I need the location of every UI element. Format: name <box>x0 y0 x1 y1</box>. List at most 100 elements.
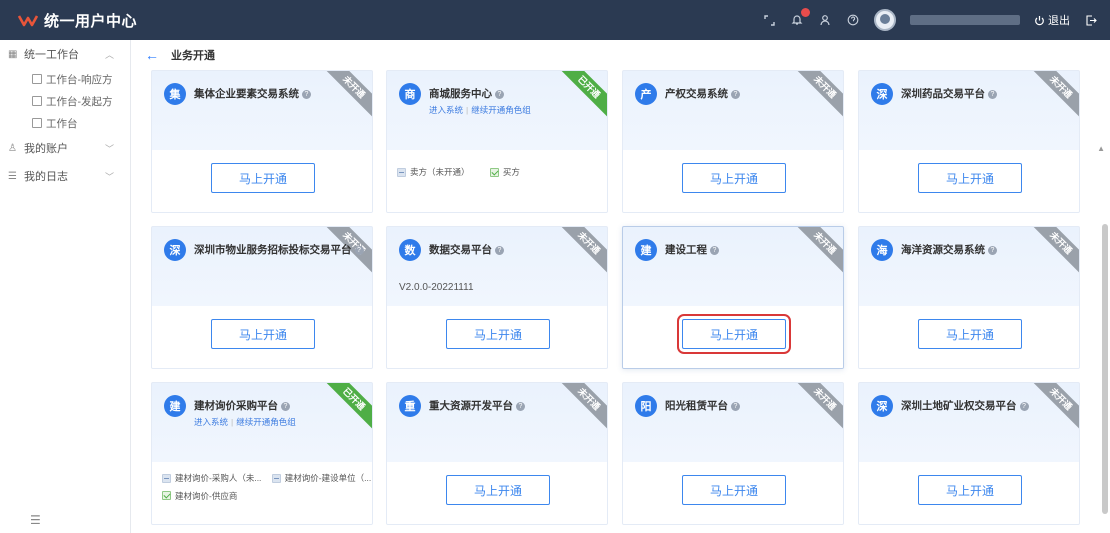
power-icon <box>1035 15 1044 25</box>
open-now-button[interactable]: 马上开通 <box>446 319 550 349</box>
service-card-selected: 未开通 建 建设工程? 马上开通 <box>622 226 844 369</box>
sidebar-item-initiator[interactable]: 工作台-发起方 <box>0 90 130 112</box>
status-ribbon: 已开通 <box>557 71 607 119</box>
service-card: 未开通 数 数据交易平台? V2.0.0-20221111 马上开通 <box>386 226 608 369</box>
role-label: 建材询价-供应商 <box>175 490 238 501</box>
open-now-button[interactable]: 马上开通 <box>918 163 1022 193</box>
open-now-button[interactable]: 马上开通 <box>446 475 550 505</box>
role-item[interactable]: 建材询价-建设单位（... <box>271 472 371 484</box>
role-label: 建材询价-采购人（未... <box>175 473 262 483</box>
open-now-button[interactable]: 马上开通 <box>918 319 1022 349</box>
continue-role-link[interactable]: 继续开通角色组 <box>471 105 531 115</box>
help-icon[interactable]: ? <box>281 402 290 411</box>
app-logo: 统一用户中心 <box>18 10 137 31</box>
help-icon[interactable]: ? <box>1019 402 1029 411</box>
help-icon[interactable]: ? <box>495 246 504 255</box>
card-title: 深圳药品交易平台 <box>901 88 985 100</box>
doc-icon <box>32 118 42 128</box>
open-now-button[interactable]: 马上开通 <box>211 319 315 349</box>
help-icon[interactable]: ? <box>516 402 525 411</box>
role-pending-icon <box>397 167 406 177</box>
app-title: 统一用户中心 <box>44 12 138 30</box>
avatar[interactable] <box>874 9 896 31</box>
service-card: 未开通 深 深圳市物业服务招标投标交易平台? 马上开通 <box>151 226 373 369</box>
card-title: 海洋资源交易系统 <box>901 244 985 256</box>
logout-label: 退出 <box>1048 15 1070 27</box>
help-icon[interactable]: ? <box>710 246 719 255</box>
open-now-button[interactable]: 马上开通 <box>918 475 1022 505</box>
service-icon: 重 <box>399 395 421 417</box>
service-card: 未开通 产 产权交易系统? 马上开通 <box>622 70 844 213</box>
sidebar-group-log[interactable]: ☰ 我的日志 ﹀ <box>0 162 130 190</box>
exit-icon[interactable] <box>1084 13 1098 27</box>
card-title: 数据交易平台 <box>429 244 492 256</box>
user-icon: ♙ <box>8 142 17 154</box>
help-icon[interactable]: ? <box>988 90 997 99</box>
sidebar-group-workbench[interactable]: ▦ 统一工作台 ︿ <box>0 40 130 68</box>
status-ribbon: 未开通 <box>793 71 843 119</box>
help-icon[interactable]: ? <box>731 90 740 99</box>
service-icon: 海 <box>871 239 893 261</box>
service-icon: 集 <box>164 83 186 105</box>
back-arrow-icon[interactable]: ← <box>145 47 159 63</box>
continue-role-link[interactable]: 继续开通角色组 <box>236 417 296 427</box>
open-now-button[interactable]: 马上开通 <box>682 475 786 505</box>
role-item[interactable]: 卖方（未开通） <box>397 166 470 178</box>
service-card: 已开通 建 建材询价采购平台? 进入系统 | 继续开通角色组 建材询价-采购人（未.… <box>151 382 373 525</box>
role-item[interactable]: 建材询价-采购人（未... <box>162 472 261 484</box>
service-grid: 未开通 集 集体企业要素交易系统? 马上开通 已开通 商 商城服务中心? 进入系… <box>131 70 1110 533</box>
sidebar-item-workbench[interactable]: 工作台 <box>0 112 130 134</box>
service-icon: 阳 <box>635 395 657 417</box>
role-item[interactable]: 建材询价-供应商 <box>162 490 237 502</box>
status-ribbon: 未开通 <box>793 227 843 275</box>
service-icon: 产 <box>635 83 657 105</box>
card-title: 集体企业要素交易系统 <box>194 88 299 100</box>
enter-system-link[interactable]: 进入系统 <box>429 105 463 115</box>
sidebar-group-label: 我的账户 <box>24 143 68 155</box>
chevron-down-icon: ﹀ <box>104 171 114 182</box>
service-card: 未开通 重 重大资源开发平台? 马上开通 <box>386 382 608 525</box>
service-card: 未开通 深 深圳土地矿业权交易平台? 马上开通 <box>858 382 1080 525</box>
help-icon[interactable]: ? <box>302 90 311 99</box>
username-redacted[interactable] <box>910 15 1020 25</box>
scrollbar[interactable]: ▲ <box>1097 142 1108 533</box>
help-icon[interactable]: ? <box>495 90 504 99</box>
card-title: 建设工程 <box>665 244 707 256</box>
scroll-up-icon[interactable]: ▲ <box>1097 144 1105 153</box>
card-title: 深圳市物业服务招标投标交易平台 <box>194 244 352 256</box>
open-now-button[interactable]: 马上开通 <box>682 163 786 193</box>
open-now-button[interactable]: 马上开通 <box>677 314 791 354</box>
scroll-thumb[interactable] <box>1102 224 1108 514</box>
card-title: 建材询价采购平台 <box>194 400 278 412</box>
fullscreen-icon[interactable] <box>762 13 776 27</box>
status-ribbon: 未开通 <box>1029 71 1079 119</box>
sidebar: ▦ 统一工作台 ︿ 工作台-响应方 工作台-发起方 工作台 ♙ 我的账户 ﹀ ☰… <box>0 40 131 533</box>
status-ribbon: 未开通 <box>322 71 372 119</box>
check-icon <box>489 167 499 177</box>
sidebar-item-responder[interactable]: 工作台-响应方 <box>0 68 130 90</box>
grid-icon: ▦ <box>8 48 18 60</box>
card-title: 产权交易系统 <box>665 88 728 100</box>
enter-system-link[interactable]: 进入系统 <box>194 417 228 427</box>
logout-button[interactable]: 退出 <box>1034 12 1070 28</box>
sidebar-group-account[interactable]: ♙ 我的账户 ﹀ <box>0 134 130 162</box>
chevron-up-icon: ︿ <box>104 49 114 60</box>
service-card: 未开通 集 集体企业要素交易系统? 马上开通 <box>151 70 373 213</box>
help-icon[interactable]: ? <box>731 402 740 411</box>
version-text: V2.0.0-20221111 <box>399 282 474 293</box>
card-title: 阳光租赁平台 <box>665 400 728 412</box>
help-icon[interactable]: ? <box>988 246 997 255</box>
sidebar-item-label: 工作台-响应方 <box>46 73 113 86</box>
user-switch-icon[interactable] <box>818 13 832 27</box>
role-item[interactable]: 买方 <box>489 166 520 178</box>
help-icon[interactable]: ? <box>354 246 364 255</box>
service-icon: 深 <box>164 239 186 261</box>
collapse-sidebar-icon[interactable]: ☰ <box>30 513 41 527</box>
service-card: 未开通 阳 阳光租赁平台? 马上开通 <box>622 382 844 525</box>
status-ribbon: 未开通 <box>557 383 607 431</box>
help-icon[interactable] <box>846 13 860 27</box>
open-now-button[interactable]: 马上开通 <box>211 163 315 193</box>
status-ribbon: 未开通 <box>1029 227 1079 275</box>
sidebar-item-label: 工作台-发起方 <box>46 95 113 108</box>
bell-icon[interactable] <box>790 8 810 27</box>
